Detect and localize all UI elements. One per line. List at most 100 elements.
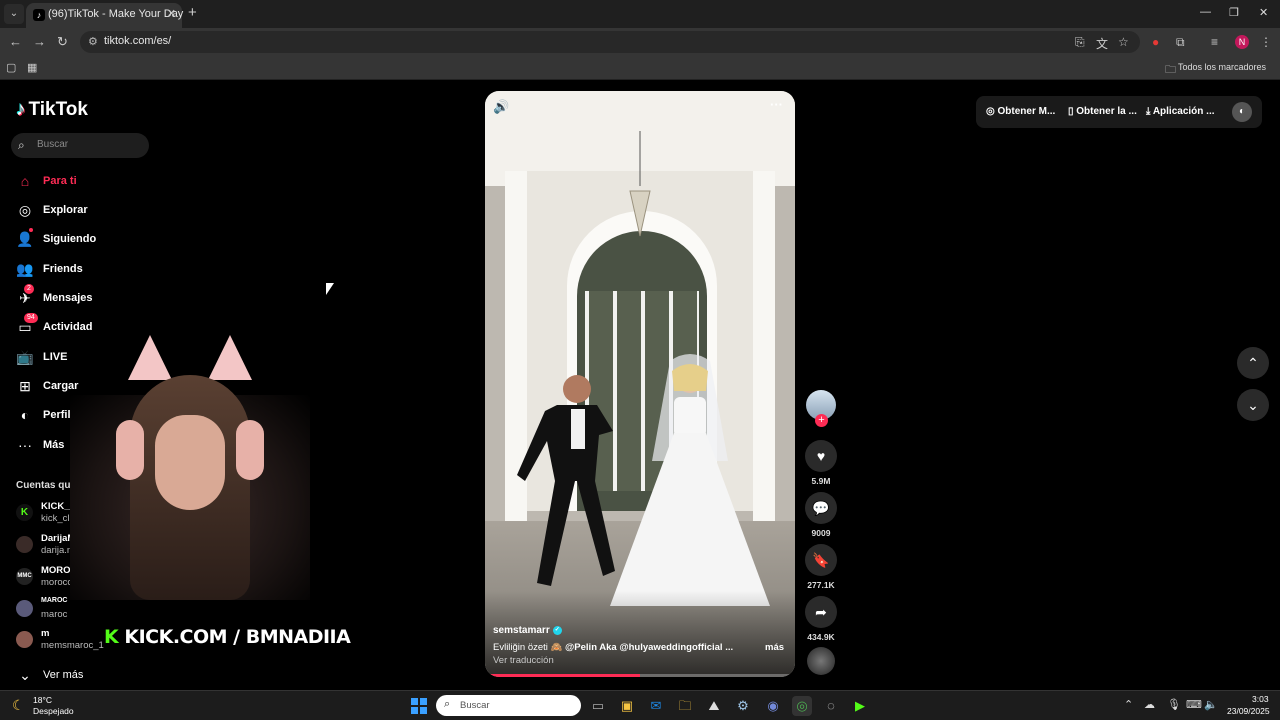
browser-menu-icon[interactable]: ⋮	[1260, 35, 1272, 49]
extension-icon[interactable]: ●	[1152, 35, 1159, 49]
follow-plus-icon[interactable]: +	[815, 414, 828, 427]
save-button[interactable]: 🔖 277.1K	[805, 544, 837, 590]
music-disc-icon[interactable]	[807, 647, 835, 675]
like-count: 5.9M	[811, 476, 831, 486]
cat-ear-headset-left	[128, 335, 172, 380]
video-author[interactable]: semstamarr ✓	[493, 625, 562, 636]
moon-weather-icon[interactable]: ☾	[12, 697, 25, 714]
sidebar-item-para-ti[interactable]: ⌂ Para ti	[16, 169, 186, 193]
clock-date[interactable]: 23/09/2025	[1227, 706, 1270, 716]
see-more-label: Ver más	[43, 669, 84, 681]
close-window-icon[interactable]: ✕	[1259, 6, 1268, 19]
sidebar-item-friends[interactable]: 👥 Friends	[16, 257, 186, 281]
comment-count: 9009	[811, 528, 831, 538]
reading-list-icon[interactable]: ≡	[1211, 35, 1218, 49]
tray-overflow-icon[interactable]: ⌃	[1124, 698, 1133, 711]
comment-button[interactable]: 💬 9009	[805, 492, 837, 538]
browser-toolbar: ← → ↻ ⚙ tiktok.com/es/ ⎘ 文 ☆ ● ⧉ ≡ ⋮	[0, 28, 1280, 56]
forward-icon[interactable]: →	[33, 34, 46, 49]
previous-video-button[interactable]: ⌃	[1237, 347, 1269, 379]
chandelier-image	[629, 131, 651, 237]
taskbar-search-input[interactable]: ⌕ Buscar	[436, 695, 581, 716]
store-icon[interactable]: ▣	[617, 696, 637, 716]
site-info-icon[interactable]: ⚙	[88, 35, 98, 48]
tiktok-note-icon: ♪	[16, 99, 26, 120]
sidebar-item-label: Siguiendo	[43, 233, 97, 245]
caption-mentions[interactable]: @Pelin Aka @hulyaweddingofficial ...	[565, 642, 733, 653]
groom-figure-image	[517, 375, 615, 586]
clock-time[interactable]: 3:03	[1252, 694, 1269, 704]
microphone-icon[interactable]: 🎙	[1167, 698, 1181, 711]
cloud-icon[interactable]: ☁	[1144, 698, 1155, 711]
new-tab-button[interactable]: +	[188, 4, 197, 21]
discord-icon[interactable]: ◉	[763, 696, 783, 716]
user-avatar[interactable]: ◐	[1232, 102, 1252, 122]
profile-avatar[interactable]: N	[1235, 35, 1249, 49]
task-view-icon[interactable]: ▭	[588, 696, 608, 716]
sidebar-item-label: LIVE	[43, 351, 68, 363]
tab-list-button[interactable]: ⌄	[4, 4, 24, 24]
chrome-icon[interactable]: ◎	[792, 696, 812, 716]
streaming-app-icon[interactable]: ▶	[850, 696, 870, 716]
windows-taskbar: ☾ 18°C Despejado ⌕ Buscar ▭ ▣ ✉ 🗀 ⛰ ⚙ ◉ …	[0, 690, 1280, 720]
outlook-icon[interactable]: ✉	[646, 696, 666, 716]
weather-description: Despejado	[33, 706, 74, 716]
video-progress-bar[interactable]	[485, 674, 795, 677]
all-bookmarks-link[interactable]: Todos los marcadores	[1178, 62, 1266, 72]
search-placeholder: Buscar	[37, 139, 69, 150]
tab-title: (96)TikTok - Make Your Day	[48, 8, 184, 20]
url-text: tiktok.com/es/	[104, 35, 172, 47]
notification-dot	[29, 227, 33, 232]
bride-figure-image	[610, 354, 770, 606]
network-icon[interactable]: ⌨	[1186, 698, 1202, 711]
translate-icon[interactable]: 文	[1096, 35, 1108, 52]
extensions-puzzle-icon[interactable]: ⧉	[1176, 35, 1185, 50]
translate-link[interactable]: Ver traducción	[493, 655, 554, 666]
volume-icon[interactable]: 🔊	[493, 99, 509, 115]
search-input[interactable]: ⌕ Buscar	[11, 133, 149, 158]
taskbar-search-placeholder: Buscar	[460, 700, 490, 711]
like-button[interactable]: ♥ 5.9M	[805, 440, 837, 486]
obs-icon[interactable]: ◌	[821, 696, 841, 716]
sidebar-item-mensajes[interactable]: ✈ 2 Mensajes	[16, 283, 186, 310]
upload-icon: ⊞	[19, 377, 31, 394]
steam-icon[interactable]: ⚙	[733, 696, 753, 716]
get-coins-button[interactable]: ◎ Obtener M...	[986, 106, 1055, 117]
file-explorer-icon[interactable]: 🗀	[675, 696, 695, 716]
share-button[interactable]: ➦ 434.9K	[805, 596, 837, 642]
download-app-button[interactable]: ⤓ Aplicación ...	[1146, 106, 1215, 117]
bookmark-page-icon[interactable]: ▢	[6, 61, 16, 74]
kick-channel-text: KICK.COM / BMNADIIA	[124, 626, 351, 648]
browser-tab[interactable]: ♪ (96)TikTok - Make Your Day ✕	[26, 3, 184, 28]
activity-badge: 94	[24, 312, 38, 323]
see-more-button[interactable]: ⌄ Ver más	[16, 663, 186, 687]
video-player[interactable]: 🔊 ··· semstamarr ✓ Evliliğin özeti 🙈 @Pel…	[485, 91, 795, 677]
avatar	[16, 600, 33, 617]
back-icon[interactable]: ←	[9, 34, 22, 49]
next-video-button[interactable]: ⌄	[1237, 389, 1269, 421]
install-app-icon[interactable]: ⎘	[1075, 35, 1085, 50]
photos-icon[interactable]: ⛰	[704, 696, 724, 716]
bookmark-star-icon[interactable]: ☆	[1118, 35, 1129, 49]
reload-icon[interactable]: ↻	[57, 34, 68, 50]
verified-icon: ✓	[552, 625, 562, 635]
start-button[interactable]	[411, 698, 427, 714]
search-icon: ⌕	[18, 138, 25, 152]
caption-more-button[interactable]: más	[765, 642, 784, 653]
tiktok-logo[interactable]: ♪ TikTok	[16, 99, 88, 121]
address-bar[interactable]: ⚙ tiktok.com/es/ ⎘ 文 ☆	[80, 31, 1140, 53]
restore-icon[interactable]: ❐	[1229, 6, 1239, 19]
avatar: K	[16, 504, 33, 521]
sidebar-item-siguiendo[interactable]: 👤 Siguiendo	[16, 227, 186, 251]
save-count: 277.1K	[807, 580, 835, 590]
minimize-icon[interactable]: —	[1200, 6, 1211, 18]
video-progress-fill	[485, 674, 640, 677]
apps-grid-icon[interactable]: ▦	[27, 61, 37, 74]
download-app-label: Aplicación ...	[1152, 106, 1215, 117]
more-options-icon[interactable]: ···	[770, 97, 783, 112]
close-tab-icon[interactable]: ✕	[167, 7, 176, 20]
volume-icon[interactable]: 🔈	[1204, 698, 1218, 711]
sidebar-item-explorar[interactable]: ◎ Explorar	[16, 198, 186, 222]
get-app-button[interactable]: ▯ Obtener la ...	[1068, 106, 1137, 117]
share-icon: ➦	[805, 596, 837, 628]
